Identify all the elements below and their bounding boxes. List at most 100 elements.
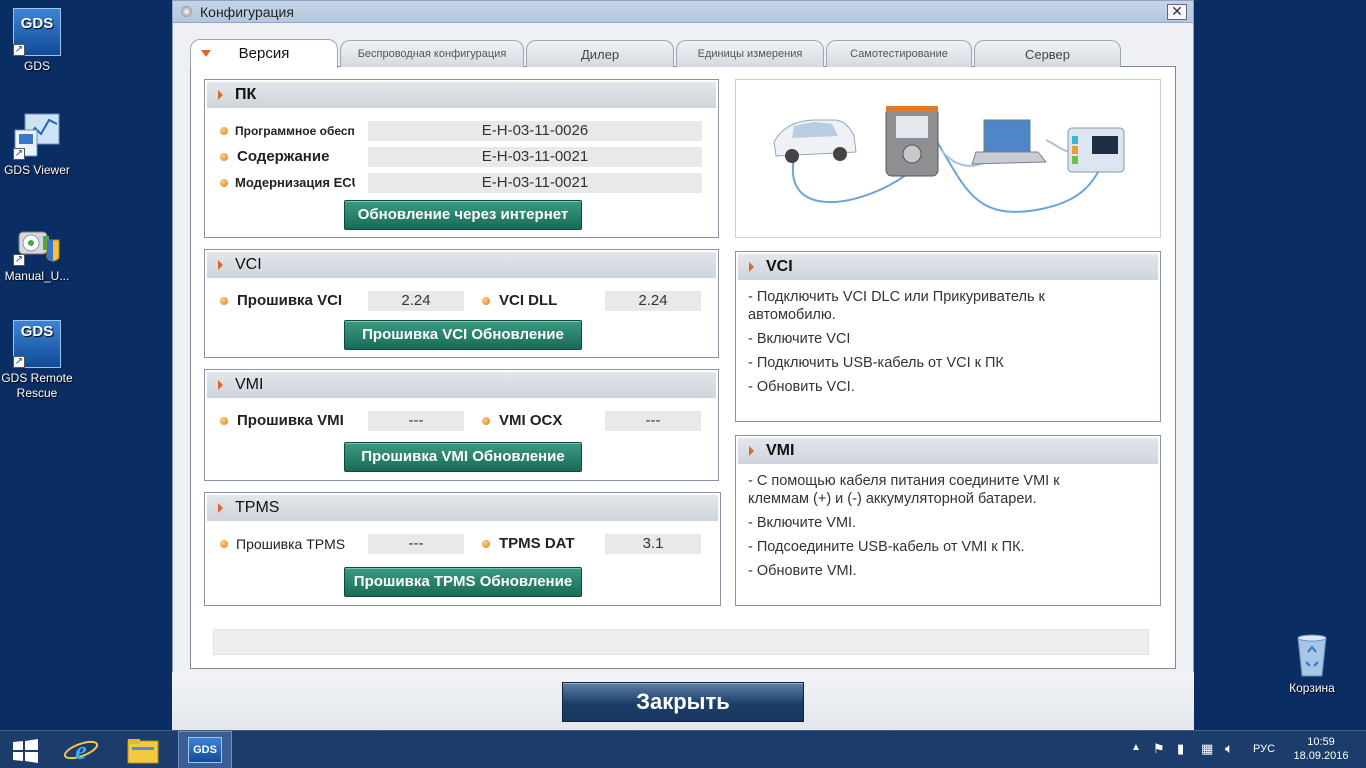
power-icon[interactable]: ▮ (1177, 741, 1184, 757)
taskbar-internet-explorer[interactable]: e (58, 731, 104, 768)
tab-label: Единицы измерения (697, 48, 803, 60)
tpms-panel-header: TPMS (207, 495, 718, 521)
vci-firmware-update-button[interactable]: Прошивка VCI Обновление (344, 320, 582, 350)
section-arrow-icon (749, 262, 754, 272)
section-arrow-icon (218, 90, 223, 100)
language-indicator[interactable]: РУС (1253, 743, 1275, 755)
instruction-line: - С помощью кабеля питания соедините VMI… (748, 473, 1060, 507)
tab-self-test[interactable]: Самотестирование (826, 40, 972, 67)
bullet-icon (220, 417, 228, 425)
shortcut-arrow-icon: ↗ (13, 44, 25, 56)
desktop-icon-label: Корзина (1289, 681, 1335, 695)
software-version-value: E-H-03-11-0026 (368, 121, 702, 141)
tab-label: Дилер (580, 47, 620, 62)
tab-version[interactable]: Версия (190, 39, 338, 68)
tab-server[interactable]: Сервер (974, 40, 1121, 67)
dialog-titlebar[interactable]: Конфигурация ✕ (173, 1, 1193, 23)
tpms-firmware-label: Прошивка TPMS (236, 536, 346, 552)
ecu-upgrade-value: E-H-03-11-0021 (368, 173, 702, 193)
bullet-icon (220, 127, 228, 135)
tpms-firmware-update-button[interactable]: Прошивка TPMS Обновление (344, 567, 582, 597)
desktop-icon-recycle-bin[interactable]: Корзина (1275, 630, 1349, 696)
vmi-panel: VMI Прошивка VMI --- VMI OCX --- Прошивк… (204, 369, 719, 481)
instruction-line: - Обновите VMI. (748, 563, 857, 579)
vci-firmware-row: Прошивка VCI 2.24 VCI DLL 2.24 (205, 291, 720, 311)
gds-viewer-icon: ↗ (13, 112, 61, 160)
start-button[interactable] (0, 731, 50, 768)
section-title: ПК (235, 86, 257, 103)
tab-label: Сервер (1024, 47, 1071, 62)
desktop-icon-gds-remote-rescue[interactable]: GDS ↗ GDS Remote Rescue (0, 320, 74, 401)
vmi-ocx-value: --- (605, 411, 701, 431)
close-dialog-button[interactable]: Закрыть (562, 682, 804, 722)
desktop-icon-label: GDS (23, 59, 50, 73)
clock[interactable]: 10:59 18.09.2016 (1285, 735, 1357, 763)
action-center-flag-icon[interactable]: ⚑ (1153, 741, 1165, 757)
tab-units[interactable]: Единицы измерения (676, 40, 824, 67)
vmi-panel-header: VMI (207, 372, 716, 398)
instruction-line: - Обновить VCI. (748, 379, 855, 395)
car-vci-laptop-vmi-diagram (773, 106, 1125, 213)
tab-dealer[interactable]: Дилер (526, 40, 674, 67)
content-version-row: Содержание E-H-03-11-0021 (205, 147, 720, 167)
tpms-panel: TPMS Прошивка TPMS --- TPMS DAT 3.1 Прош… (204, 492, 721, 606)
close-window-button[interactable]: ✕ (1167, 4, 1187, 20)
vmi-firmware-row: Прошивка VMI --- VMI OCX --- (205, 411, 720, 431)
gds-remote-rescue-icon: GDS ↗ (13, 320, 61, 368)
desktop-icon-gds-viewer[interactable]: ↗ GDS Viewer (0, 112, 74, 178)
gds-app-icon: GDS ↗ (13, 8, 61, 56)
tab-label: Беспроводная конфигурация (357, 48, 507, 60)
bullet-icon (482, 540, 490, 548)
vci-dll-value: 2.24 (605, 291, 701, 311)
taskbar-gds-app[interactable]: GDS (178, 731, 232, 768)
internet-update-button[interactable]: Обновление через интернет (344, 200, 582, 230)
clock-time: 10:59 (1307, 736, 1335, 748)
windows-logo-icon (13, 739, 38, 763)
content-label: Содержание (237, 148, 330, 165)
desktop-icon-label: Manual_U... (4, 269, 70, 283)
bullet-icon (482, 417, 490, 425)
section-arrow-icon (218, 260, 223, 270)
desktop-icon-label: GDS Viewer (4, 163, 70, 177)
tpms-firmware-row: Прошивка TPMS --- TPMS DAT 3.1 (205, 534, 720, 554)
desktop-icon-manual[interactable]: ↗ Manual_U... (0, 218, 74, 284)
bullet-icon (220, 540, 228, 548)
svg-text:e: e (75, 736, 87, 765)
taskbar-file-explorer[interactable] (120, 731, 166, 768)
vci-firmware-value: 2.24 (368, 291, 464, 311)
app-icon (181, 6, 192, 17)
vmi-ocx-label: VMI OCX (499, 412, 563, 429)
shortcut-arrow-icon: ↗ (13, 356, 25, 368)
section-title: TPMS (235, 499, 280, 516)
taskbar: e GDS ▲ ⚑ ▮ ▦ 🔈︎ РУС 10:59 18.09.2016 (0, 730, 1366, 768)
instruction-line: - Подключить USB-кабель от VCI к ПК (748, 355, 1004, 371)
instruction-line: - Включите VCI (748, 331, 851, 347)
instruction-line: - Подключить VCI DLC или Прикуриватель к… (748, 289, 1045, 323)
vci-firmware-label: Прошивка VCI (237, 292, 343, 309)
vci-panel-header: VCI (207, 252, 716, 278)
connection-illustration (735, 79, 1161, 238)
volume-icon[interactable]: 🔈︎ (1225, 740, 1233, 757)
system-tray: ▲ ⚑ ▮ ▦ 🔈︎ РУС 10:59 18.09.2016 (1125, 731, 1366, 768)
gds-taskbar-icon: GDS (188, 737, 222, 763)
shortcut-arrow-icon: ↗ (13, 148, 25, 160)
folder-icon (127, 739, 159, 764)
bullet-icon (482, 297, 490, 305)
internet-explorer-icon: e (63, 736, 99, 765)
section-title: VCI (235, 256, 262, 273)
tab-label: Самотестирование (850, 48, 948, 60)
vci-panel: VCI Прошивка VCI 2.24 VCI DLL 2.24 Проши… (204, 249, 719, 358)
desktop-icon-label: GDS Remote Rescue (1, 371, 73, 400)
bullet-icon (220, 153, 228, 161)
network-icon[interactable]: ▦ (1201, 741, 1213, 757)
tab-wireless-config[interactable]: Беспроводная конфигурация (340, 40, 524, 67)
tpms-dat-value: 3.1 (605, 534, 701, 554)
section-arrow-icon (218, 380, 223, 390)
desktop-icon-gds[interactable]: GDS ↗ GDS (0, 8, 74, 74)
show-hidden-icons-button[interactable]: ▲ (1131, 742, 1141, 753)
shortcut-arrow-icon: ↗ (13, 254, 25, 266)
bullet-icon (220, 297, 228, 305)
bullet-icon (220, 179, 228, 187)
vci-instructions-panel: VCI - Подключить VCI DLC или Прикуривате… (735, 251, 1161, 422)
vmi-firmware-update-button[interactable]: Прошивка VMI Обновление (344, 442, 582, 472)
